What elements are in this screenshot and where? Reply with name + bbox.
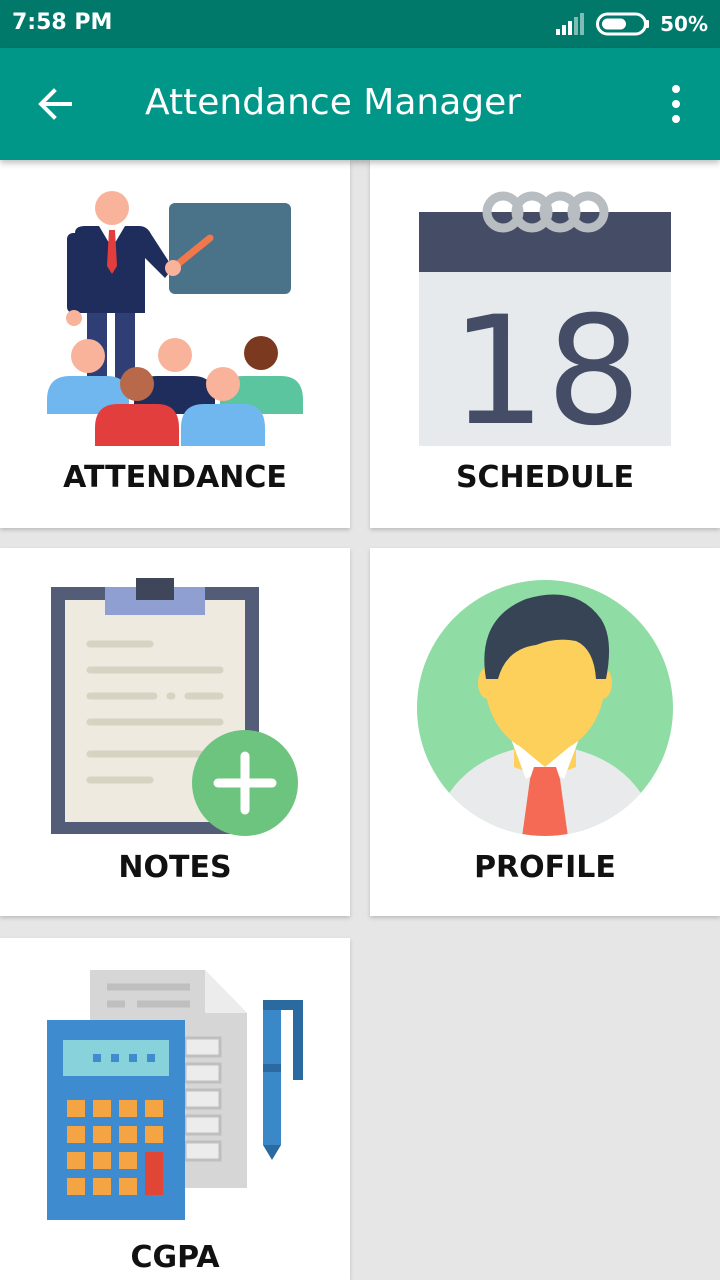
status-bar: 7:58 PM 50% [0,0,720,48]
menu-card-label: SCHEDULE [455,460,635,495]
menu-card-cgpa[interactable]: CGPA [0,938,350,1280]
menu-card-label: CGPA [130,1240,220,1275]
calculator-illustration [47,970,303,1220]
status-time: 7:58 PM [12,10,113,35]
calendar-illustration: 18 [419,191,671,448]
signal-icon [556,13,585,35]
clipboard-add-illustration [51,578,298,836]
menu-card-label: NOTES [118,850,232,885]
menu-card-profile[interactable]: PROFILE [370,548,720,916]
app-bar: Attendance Manager [0,48,720,160]
avatar-illustration [417,580,673,836]
page-title: Attendance Manager [145,82,522,123]
more-vert-icon[interactable] [662,82,690,126]
battery-icon [596,12,650,36]
battery-percent: 50% [660,12,708,36]
calendar-day: 18 [451,285,642,448]
classroom-illustration [47,191,303,446]
menu-card-attendance[interactable]: ATTENDANCE [0,160,350,528]
menu-card-label: ATTENDANCE [63,460,287,495]
arrow-left-icon[interactable] [30,78,82,130]
status-icons: 50% [556,10,708,38]
menu-card-label: PROFILE [474,850,616,885]
menu-card-schedule[interactable]: 18 SCHEDULE [370,160,720,528]
menu-card-notes[interactable]: NOTES [0,548,350,916]
